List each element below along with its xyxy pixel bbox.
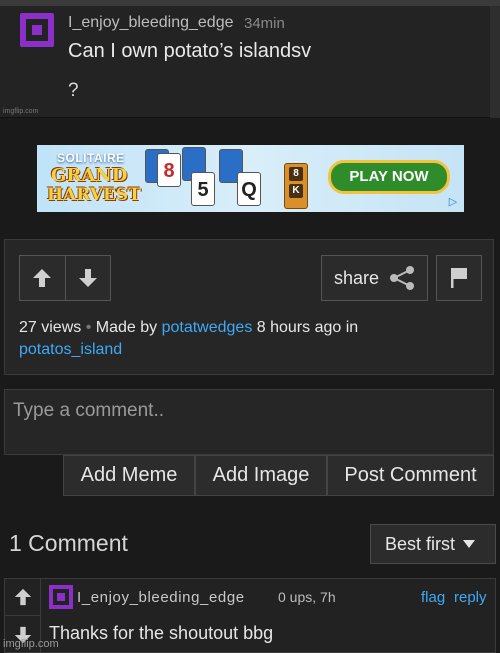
ad-card-3: Q (237, 172, 261, 206)
lock-text-1: 8 (289, 167, 303, 181)
meme-top-border (0, 0, 500, 6)
flag-button[interactable] (436, 255, 482, 301)
author-link[interactable]: potatwedges (162, 319, 253, 336)
comment-meta: 0 ups, 7h (278, 589, 336, 605)
avatar[interactable] (49, 585, 73, 609)
ad-title-line1: SOLITAIRE (57, 151, 125, 165)
comment-flag-link[interactable]: flag (421, 589, 445, 606)
meme-time: 34min (244, 15, 285, 32)
sort-dropdown[interactable]: Best first (370, 524, 496, 564)
ad-card-2: 5 (191, 172, 215, 206)
add-meme-button[interactable]: Add Meme (63, 455, 195, 496)
sort-selected: Best first (385, 533, 456, 554)
ad-banner[interactable]: SOLITAIRE GRAND HARVEST 8 5 Q 8 K PLAY N… (37, 145, 464, 212)
chevron-down-icon (463, 540, 476, 548)
post-comment-button[interactable]: Post Comment (327, 455, 494, 496)
share-icon (390, 266, 415, 290)
meme-username: I_enjoy_bleeding_edge (68, 14, 234, 31)
ad-card-1: 8 (157, 153, 181, 187)
meme-scrollbar (490, 6, 500, 118)
meme-watermark: imgflip.com (3, 108, 39, 115)
lock-text-2: K (289, 184, 303, 198)
footer-watermark: imgflip.com (3, 638, 59, 650)
vote-buttons (19, 255, 111, 301)
comment-reply-link[interactable]: reply (454, 589, 487, 606)
post-actions-panel: share 27 views • Made by potatwedges 8 h… (4, 239, 494, 375)
meme-user-avatar (20, 13, 54, 47)
upvote-button[interactable] (20, 256, 65, 300)
share-button[interactable]: share (321, 255, 428, 301)
arrow-down-icon (78, 269, 97, 287)
comment-input[interactable]: Type a comment.. (4, 389, 494, 455)
ad-play-now-button[interactable]: PLAY NOW (328, 160, 450, 194)
ad-title-line3: HARVEST (47, 185, 141, 205)
view-count: 27 views (19, 319, 82, 336)
downvote-button[interactable] (64, 256, 110, 300)
add-image-button[interactable]: Add Image (195, 455, 327, 496)
comment-buttons: Add Meme Add Image Post Comment (63, 455, 494, 496)
flag-icon (451, 268, 467, 288)
comment-upvote-button[interactable] (5, 579, 41, 616)
comment-item: I_enjoy_bleeding_edge 0 ups, 7h flag rep… (4, 578, 496, 653)
meme-question: ? (68, 80, 79, 101)
meme-image: I_enjoy_bleeding_edge 34min Can I own po… (0, 0, 500, 118)
ad-choices-icon[interactable]: ▷ (446, 195, 460, 209)
meta-separator: • (85, 319, 96, 336)
arrow-up-icon (14, 588, 32, 606)
arrow-up-icon (33, 269, 52, 287)
lock-icon: 8 K (284, 163, 308, 209)
comment-text: Thanks for the shoutout bbg (49, 623, 274, 643)
meme-text: Can I own potato’s islandsv (68, 40, 312, 62)
made-by-label: Made by (95, 319, 158, 336)
post-meta: 27 views • Made by potatwedges 8 hours a… (19, 317, 479, 361)
share-label: share (333, 267, 380, 288)
ad-title-line2: GRAND (51, 165, 128, 186)
stream-link[interactable]: potatos_island (19, 341, 122, 358)
comment-username[interactable]: I_enjoy_bleeding_edge (77, 589, 245, 606)
post-time-ago: 8 hours ago in (256, 319, 359, 336)
comments-count: 1 Comment (9, 530, 128, 556)
